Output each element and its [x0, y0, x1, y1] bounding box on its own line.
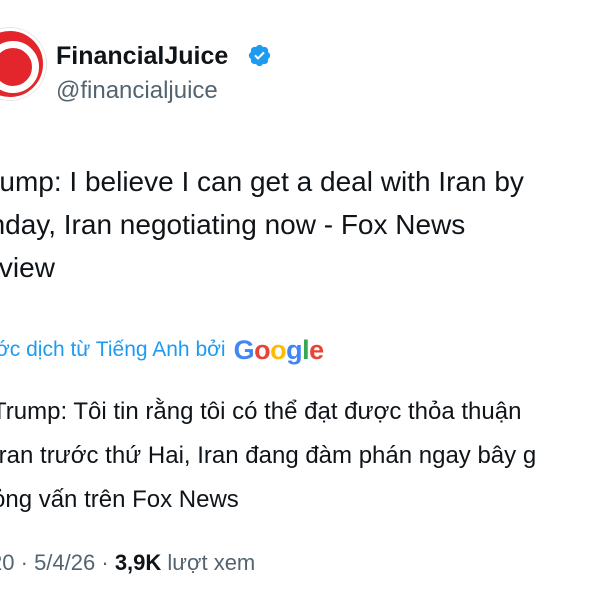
translated-text-line: Iran trước thứ Hai, Iran đang đàm phán n… [0, 442, 537, 469]
tweet-date[interactable]: 5/4/26 [34, 550, 95, 575]
translation-label[interactable]: ớc dịch từ Tiếng Anh bởi [0, 338, 226, 362]
tweet-detail: FinancialJuice @financialjuice Trump: I … [0, 0, 600, 600]
translated-text: Trump: Tôi tin rằng tôi có thể đạt được … [0, 390, 600, 522]
display-name[interactable]: FinancialJuice [56, 41, 228, 71]
tweet-time[interactable]: 20 [0, 550, 14, 575]
views-count[interactable]: 3,9K [115, 550, 161, 575]
verified-badge-icon [248, 44, 271, 67]
google-logo: Google [233, 335, 325, 365]
tweet-text-line: erview [0, 252, 55, 283]
account-handle[interactable]: @financialjuice [56, 76, 218, 106]
meta-separator: · [101, 550, 109, 575]
tweet-meta: 20 · 5/4/26 · 3,9K lượt xem [0, 548, 255, 578]
tweet-text: Trump: I believe I can get a deal with I… [0, 160, 600, 289]
translation-attribution[interactable]: ớc dịch từ Tiếng Anh bởi Google [0, 333, 324, 367]
views-label: lượt xem [167, 550, 256, 575]
avatar-logo [0, 41, 39, 93]
translated-text-line: Trump: Tôi tin rằng tôi có thể đạt được … [0, 398, 522, 425]
translated-text-line: ỏng vấn trên Fox News [0, 486, 239, 513]
tweet-text-line: onday, Iran negotiating now - Fox News [0, 209, 466, 240]
meta-separator: · [20, 550, 28, 575]
tweet-text-line: Trump: I believe I can get a deal with I… [0, 166, 524, 197]
avatar[interactable] [0, 28, 46, 100]
